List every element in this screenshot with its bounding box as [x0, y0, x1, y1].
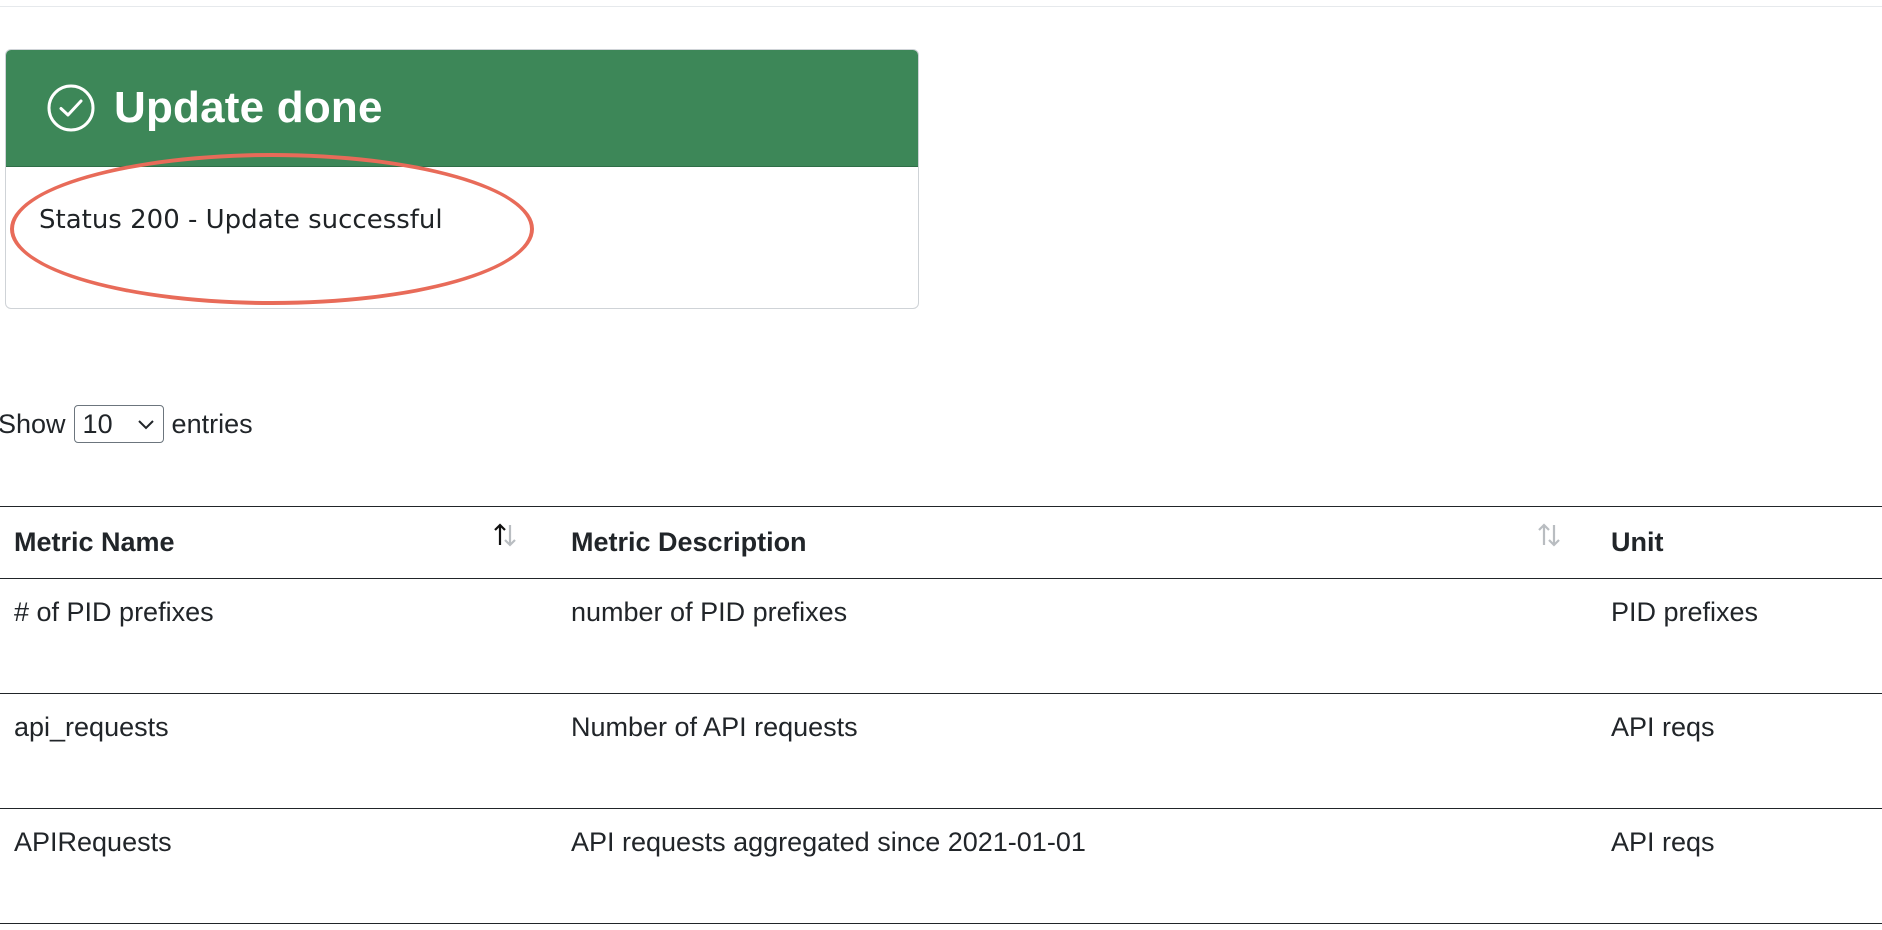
- alert-header: Update done: [6, 50, 918, 167]
- update-alert-card: Update done Status 200 - Update successf…: [5, 49, 919, 309]
- alert-body: Status 200 - Update successful: [6, 167, 918, 308]
- metrics-table: Metric Name Metric Description Unit # of…: [0, 506, 1882, 924]
- column-header-label: Metric Description: [571, 527, 807, 557]
- alert-title: Update done: [114, 83, 383, 132]
- table-row: APIRequests API requests aggregated sinc…: [0, 809, 1882, 924]
- alert-message: Status 200 - Update successful: [39, 205, 443, 235]
- cell-metric-name: # of PID prefixes: [14, 597, 214, 627]
- cell-unit: PID prefixes: [1611, 597, 1759, 627]
- entries-label: entries: [171, 408, 253, 439]
- cell-metric-description: number of PID prefixes: [571, 597, 848, 627]
- cell-metric-description: API requests aggregated since 2021-01-01: [571, 827, 1086, 857]
- entries-select-value: 10: [82, 408, 113, 439]
- column-header-unit[interactable]: Unit: [1597, 507, 1882, 579]
- sort-both-icon: [1538, 523, 1560, 547]
- chevron-down-icon: [137, 420, 154, 430]
- column-header-label: Metric Name: [14, 527, 175, 557]
- cell-metric-name: APIRequests: [14, 827, 172, 857]
- entries-select[interactable]: 10: [73, 405, 164, 443]
- cell-metric-description: Number of API requests: [571, 712, 858, 742]
- cell-metric-name: api_requests: [14, 712, 169, 742]
- metrics-table-wrapper: Metric Name Metric Description Unit # of…: [0, 506, 1882, 924]
- cell-unit: API reqs: [1611, 827, 1715, 857]
- sort-ascending-icon: [494, 523, 516, 547]
- show-label: Show: [0, 408, 66, 439]
- check-circle-icon: [47, 84, 95, 132]
- table-header-row: Metric Name Metric Description Unit: [0, 506, 1882, 579]
- cell-unit: API reqs: [1611, 712, 1715, 742]
- column-header-label: Unit: [1611, 527, 1664, 557]
- entries-length-control: Show 10 entries: [0, 404, 253, 444]
- column-header-metric-description[interactable]: Metric Description: [557, 507, 1597, 579]
- top-divider: [0, 6, 1882, 7]
- column-header-metric-name[interactable]: Metric Name: [0, 507, 557, 579]
- table-row: api_requests Number of API requests API …: [0, 694, 1882, 809]
- table-row: # of PID prefixes number of PID prefixes…: [0, 579, 1882, 694]
